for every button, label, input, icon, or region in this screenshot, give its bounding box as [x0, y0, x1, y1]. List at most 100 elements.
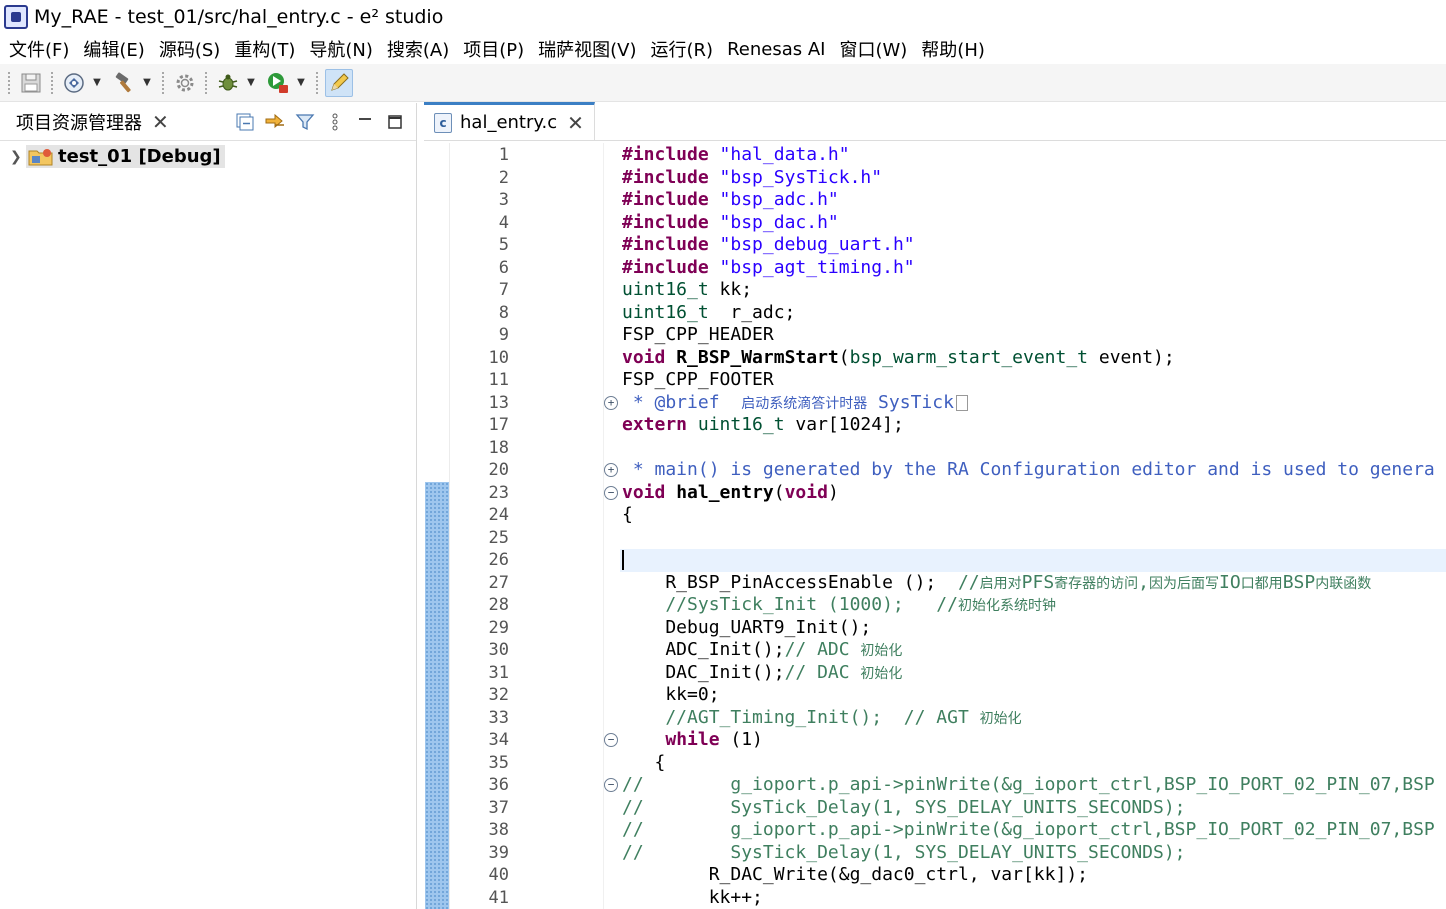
line-number: 9 [498, 325, 509, 345]
project-explorer-tabbar: 项目资源管理器 ✕ [0, 103, 416, 141]
code-line: #include "bsp_SysTick.h" [622, 166, 883, 188]
code-line: uint16_t kk; [622, 279, 753, 300]
filter-icon[interactable] [290, 107, 320, 137]
project-explorer-tab[interactable]: 项目资源管理器 ✕ [0, 103, 177, 141]
line-number: 35 [488, 752, 509, 773]
toolbar-separator [316, 71, 319, 94]
debug-settings-dropdown-icon[interactable]: ▼ [90, 69, 104, 97]
save-icon[interactable] [17, 69, 45, 97]
expand-fold-icon[interactable]: + [604, 395, 618, 410]
code-line: void R_BSP_WarmStart(bsp_warm_start_even… [622, 346, 1175, 368]
menu-source[interactable]: 源码(S) [152, 36, 227, 62]
toolbar-separator [162, 71, 165, 94]
line-number: 2 [498, 167, 509, 188]
line-number: 23 [488, 482, 509, 503]
collapse-fold-icon[interactable]: − [604, 485, 618, 500]
code-line: R_DAC_Write(&g_dac0_ctrl, var[kk]); [622, 864, 1088, 885]
settings-gear-icon[interactable] [171, 69, 199, 97]
code-line: * @brief 启动系统滴答计时器 SysTick [622, 392, 968, 415]
e2-studio-app-icon [4, 5, 28, 29]
menu-navigate[interactable]: 导航(N) [302, 36, 380, 62]
build-hammer-icon[interactable] [110, 69, 138, 97]
line-number: 28 [488, 595, 509, 615]
build-dropdown-icon[interactable]: ▼ [140, 69, 154, 97]
line-number: 3 [498, 190, 509, 210]
minimize-icon[interactable] [350, 107, 380, 137]
line-number: 39 [488, 842, 509, 863]
line-number: 26 [488, 550, 509, 570]
code-line: // g_ioport.p_api->pinWrite(&g_ioport_ct… [622, 774, 1435, 795]
project-folder-icon [28, 147, 54, 167]
title-bar: My_RAE - test_01/src/hal_entry.c - e² st… [0, 0, 1446, 34]
collapsed-comment-marker[interactable] [955, 394, 968, 411]
code-line: Debug_UART9_Init(); [622, 616, 872, 638]
menu-bar: 文件(F) 编辑(E) 源码(S) 重构(T) 导航(N) 搜索(A) 项目(P… [0, 34, 1446, 64]
line-number: 25 [488, 527, 509, 548]
line-number: 33 [488, 707, 509, 728]
menu-refactor[interactable]: 重构(T) [227, 36, 302, 62]
run-icon[interactable] [264, 69, 292, 97]
menu-renesas-views[interactable]: 瑞萨视图(V) [531, 36, 643, 62]
collapse-fold-icon[interactable]: − [604, 733, 618, 747]
close-icon[interactable]: ✕ [152, 112, 169, 132]
quick-diff-ruler [424, 143, 450, 909]
line-number: 32 [488, 685, 509, 705]
code-line: #include "bsp_adc.h" [622, 189, 839, 210]
code-text-area[interactable]: #include "hal_data.h" #include "bsp_SysTi… [622, 143, 1446, 909]
chevron-right-icon[interactable]: ❯ [10, 149, 26, 165]
line-number: 30 [488, 640, 509, 660]
code-line: //SysTick_Init (1000); //初始化系统时钟 [622, 594, 1056, 615]
menu-run[interactable]: 运行(R) [644, 36, 721, 62]
explorer-view-toolbar [230, 107, 410, 137]
editor-body[interactable]: 1 2 3 4 5 6 7 8 9 10 11 13 17 18 20 23 24 25 26 27 28 29 30 31 3… [424, 143, 1446, 909]
project-explorer-panel: 项目资源管理器 ✕ ❯ test_01 [Debug] [0, 103, 417, 909]
toolbar-separator [205, 71, 208, 94]
code-line: { [622, 504, 633, 525]
menu-file[interactable]: 文件(F) [2, 36, 76, 62]
expand-fold-icon[interactable]: + [604, 463, 618, 477]
code-line: //AGT_Timing_Init(); // AGT 初始化 [622, 706, 1022, 728]
link-with-editor-icon[interactable] [260, 107, 290, 137]
line-number: 36 [488, 775, 509, 795]
menu-help[interactable]: 帮助(H) [914, 36, 992, 62]
close-icon[interactable]: ✕ [567, 113, 584, 133]
project-explorer-tab-label: 项目资源管理器 [16, 112, 142, 134]
debug-settings-icon[interactable] [60, 69, 88, 97]
line-number: 4 [498, 212, 509, 233]
changed-lines-marker [425, 481, 449, 909]
menu-window[interactable]: 窗口(W) [832, 36, 914, 62]
c-file-icon: c [434, 112, 452, 133]
maximize-icon[interactable] [380, 107, 410, 137]
line-number: 18 [488, 437, 509, 458]
tab-hal-entry-c[interactable]: c hal_entry.c ✕ [424, 102, 595, 140]
debug-dropdown-icon[interactable]: ▼ [244, 69, 258, 97]
code-line: #include "hal_data.h" [622, 144, 850, 165]
code-line: while (1) [665, 729, 763, 750]
line-number: 7 [498, 280, 509, 300]
menu-project[interactable]: 项目(P) [456, 36, 531, 62]
debug-bug-icon[interactable] [214, 69, 242, 97]
code-line: kk++; [622, 886, 763, 908]
line-number: 37 [488, 797, 509, 818]
line-number: 11 [488, 370, 509, 390]
editor-tabbar: c hal_entry.c ✕ [424, 102, 1446, 141]
line-number: 10 [488, 347, 509, 368]
code-line: DAC_Init();// DAC 初始化 [622, 661, 903, 683]
view-menu-icon[interactable] [320, 107, 350, 137]
tree-item-project-label-wrap: test_01 [Debug] [26, 145, 225, 168]
run-dropdown-icon[interactable]: ▼ [294, 69, 308, 97]
edit-pencil-icon[interactable] [325, 68, 353, 97]
menu-renesas-ai[interactable]: Renesas AI [720, 39, 832, 60]
line-number: 6 [498, 257, 509, 278]
tree-item-project[interactable]: ❯ test_01 [Debug] [0, 143, 416, 170]
code-line: // SysTick_Delay(1, SYS_DELAY_UNITS_SECO… [622, 796, 1186, 818]
line-number: 17 [488, 415, 509, 435]
line-number: 40 [488, 865, 509, 885]
line-number: 38 [488, 820, 509, 840]
menu-edit[interactable]: 编辑(E) [76, 36, 151, 62]
collapse-fold-icon[interactable]: − [604, 778, 618, 792]
collapse-all-icon[interactable] [230, 107, 260, 137]
code-line: void hal_entry(void) [622, 481, 839, 503]
window-title: My_RAE - test_01/src/hal_entry.c - e² st… [34, 6, 444, 28]
menu-search[interactable]: 搜索(A) [380, 36, 456, 62]
